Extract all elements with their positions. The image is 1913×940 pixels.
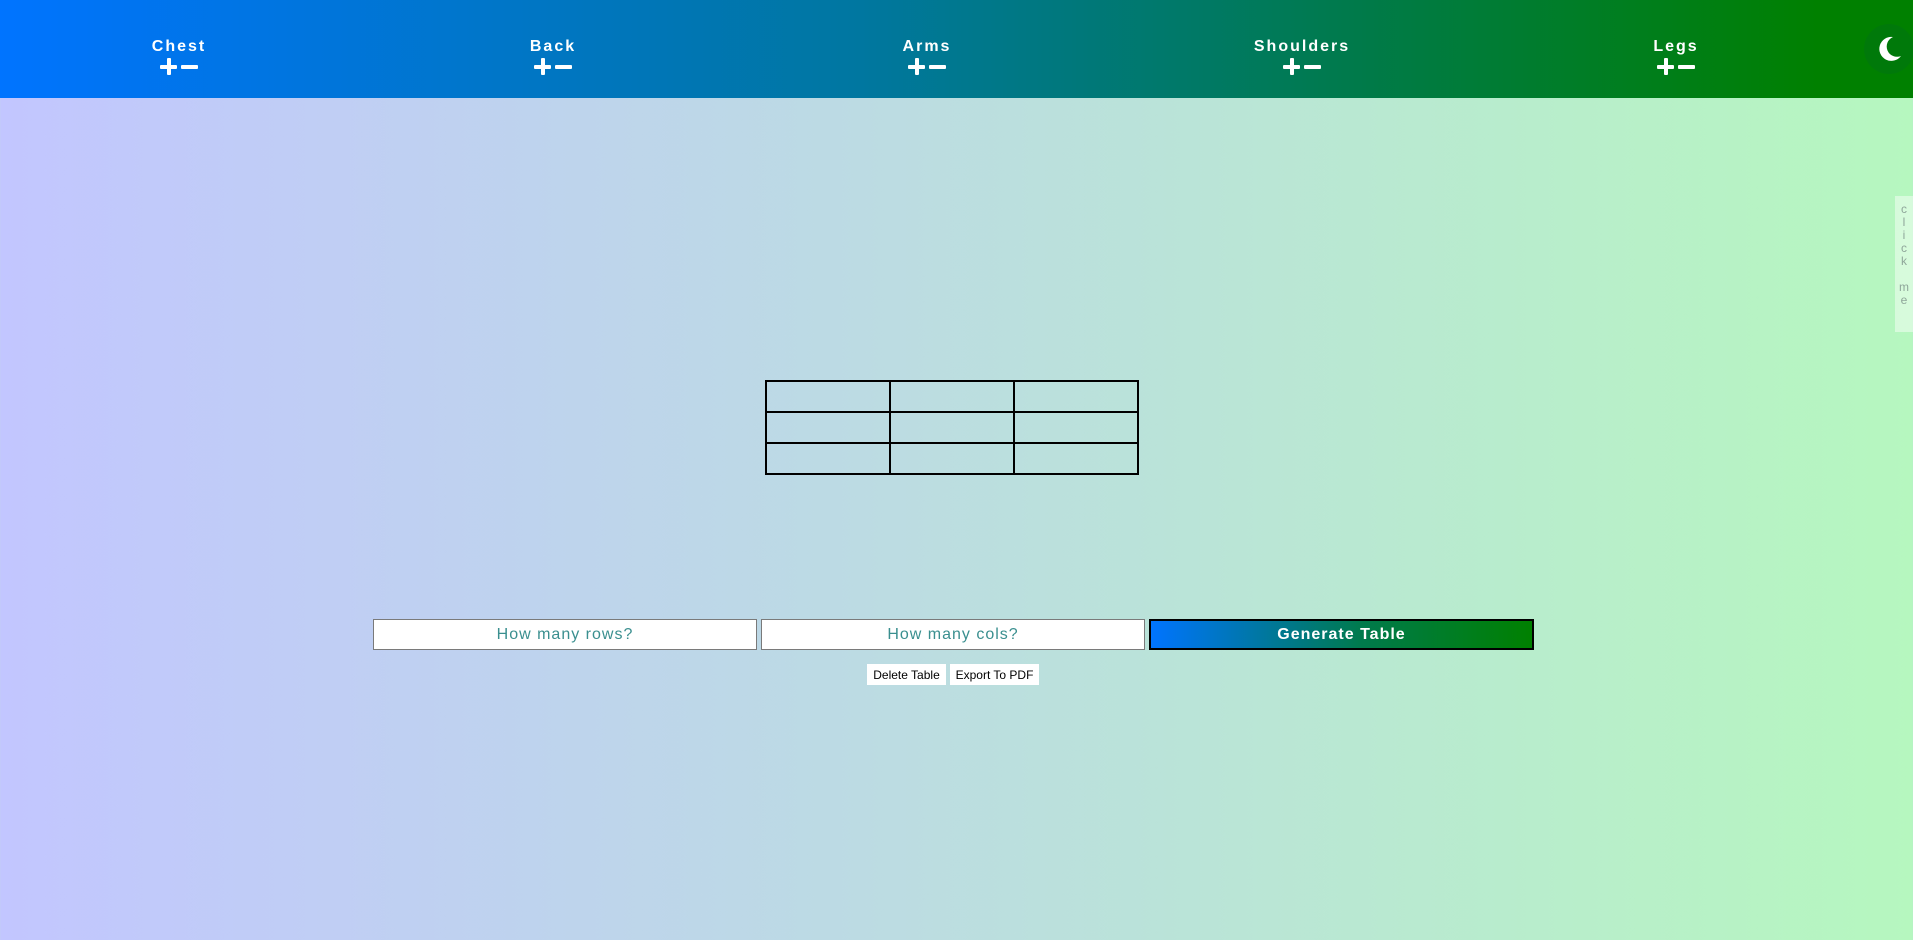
nav-controls-back	[473, 57, 633, 76]
table-cell[interactable]	[889, 411, 1015, 444]
table-body	[765, 380, 1139, 475]
nav-label-back: Back	[529, 38, 577, 55]
nav-item-shoulders: Shoulders	[1222, 37, 1382, 76]
minus-icon[interactable]	[554, 57, 573, 76]
rows-input[interactable]	[373, 619, 757, 650]
side-tab-letter: e	[1900, 293, 1908, 307]
nav-controls-arms	[847, 57, 1007, 76]
export-pdf-button[interactable]: Export To PDF	[950, 664, 1039, 685]
side-drawer-tab[interactable]: c l i c k m e	[1895, 196, 1913, 332]
nav-label-legs: Legs	[1653, 38, 1699, 55]
minus-icon[interactable]	[1677, 57, 1696, 76]
nav-label-shoulders: Shoulders	[1253, 38, 1351, 55]
nav-label-arms: Arms	[902, 38, 952, 55]
table-cell[interactable]	[765, 411, 891, 444]
top-navbar: Chest Back Arms Shoulders Legs	[0, 0, 1913, 98]
generated-table	[765, 380, 1139, 475]
table-cell[interactable]	[889, 380, 1015, 413]
minus-icon[interactable]	[180, 57, 199, 76]
moon-icon	[1879, 36, 1901, 61]
generate-table-button[interactable]: Generate Table	[1149, 619, 1534, 650]
plus-icon[interactable]	[533, 57, 552, 76]
table-cell[interactable]	[1013, 380, 1139, 413]
table-cell[interactable]	[765, 442, 891, 475]
table-cell[interactable]	[765, 380, 891, 413]
table-row	[765, 380, 1139, 413]
table-row	[765, 411, 1139, 444]
nav-item-arms: Arms	[847, 37, 1007, 76]
nav-label-chest: Chest	[151, 38, 207, 55]
plus-icon[interactable]	[907, 57, 926, 76]
minus-icon[interactable]	[928, 57, 947, 76]
cols-input[interactable]	[761, 619, 1145, 650]
nav-item-legs: Legs	[1596, 37, 1756, 76]
nav-controls-shoulders	[1222, 57, 1382, 76]
table-cell[interactable]	[889, 442, 1015, 475]
minus-icon[interactable]	[1303, 57, 1322, 76]
table-row	[765, 442, 1139, 475]
plus-icon[interactable]	[1282, 57, 1301, 76]
plus-icon[interactable]	[159, 57, 178, 76]
nav-controls-legs	[1596, 57, 1756, 76]
nav-item-back: Back	[473, 37, 633, 76]
plus-icon[interactable]	[1656, 57, 1675, 76]
theme-toggle-button[interactable]	[1864, 24, 1913, 74]
delete-table-button[interactable]: Delete Table	[867, 664, 946, 685]
nav-controls-chest	[99, 57, 259, 76]
table-cell[interactable]	[1013, 411, 1139, 444]
table-cell[interactable]	[1013, 442, 1139, 475]
nav-item-chest: Chest	[99, 37, 259, 76]
